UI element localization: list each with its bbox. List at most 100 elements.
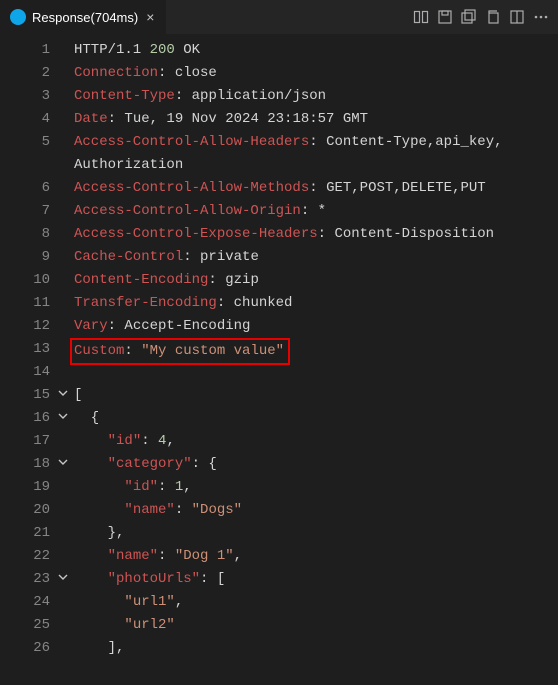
fold-down-icon[interactable] <box>56 408 70 431</box>
token: { <box>74 410 99 426</box>
close-icon[interactable]: × <box>144 9 156 25</box>
token: : <box>175 502 192 518</box>
code-line[interactable]: "photoUrls": [ <box>74 568 558 591</box>
line-number: 1 <box>0 39 50 62</box>
line-number: 19 <box>0 476 50 499</box>
fold-cell <box>56 154 74 177</box>
code-line[interactable]: Content-Encoding: gzip <box>74 269 558 292</box>
token: "url2" <box>124 617 174 633</box>
fold-down-icon[interactable] <box>56 569 70 592</box>
token: application/json <box>192 88 326 104</box>
line-number: 21 <box>0 522 50 545</box>
fold-cell[interactable] <box>56 568 74 591</box>
code-line[interactable]: "url2" <box>74 614 558 637</box>
fold-cell <box>56 246 74 269</box>
fold-cell[interactable] <box>56 384 74 407</box>
fold-cell[interactable] <box>56 453 74 476</box>
code-line[interactable]: Access-Control-Expose-Headers: Content-D… <box>74 223 558 246</box>
code-line[interactable]: Connection: close <box>74 62 558 85</box>
code-line[interactable]: "id": 4, <box>74 430 558 453</box>
code-line[interactable]: }, <box>74 522 558 545</box>
fold-cell <box>56 614 74 637</box>
fold-cell <box>56 292 74 315</box>
copy-icon[interactable] <box>484 8 502 26</box>
save-icon[interactable] <box>436 8 454 26</box>
code-line[interactable]: Access-Control-Allow-Methods: GET,POST,D… <box>74 177 558 200</box>
compare-icon[interactable] <box>412 8 430 26</box>
line-number: 3 <box>0 85 50 108</box>
token: 200 <box>150 42 175 58</box>
token: : <box>217 295 234 311</box>
code-line[interactable]: Access-Control-Allow-Headers: Content-Ty… <box>74 131 558 154</box>
code-editor[interactable]: 1234567891011121314151617181920212223242… <box>0 35 558 660</box>
fold-cell <box>56 522 74 545</box>
token: chunked <box>234 295 293 311</box>
token: Tue, 19 Nov 2024 23:18:57 GMT <box>124 111 368 127</box>
token: Content-Disposition <box>334 226 494 242</box>
token: Cache-Control <box>74 249 183 265</box>
token: * <box>318 203 326 219</box>
token: close <box>175 65 217 81</box>
token: : <box>309 180 326 196</box>
fold-cell <box>56 591 74 614</box>
token: : <box>108 111 125 127</box>
split-icon[interactable] <box>508 8 526 26</box>
token: : <box>124 343 141 359</box>
more-icon[interactable] <box>532 8 550 26</box>
code-line[interactable]: ], <box>74 637 558 660</box>
token: "name" <box>124 502 174 518</box>
fold-cell[interactable] <box>56 407 74 430</box>
line-number: 12 <box>0 315 50 338</box>
line-number: 7 <box>0 200 50 223</box>
code-line[interactable]: [ <box>74 384 558 407</box>
token: "url1" <box>124 594 174 610</box>
code-line[interactable]: Date: Tue, 19 Nov 2024 23:18:57 GMT <box>74 108 558 131</box>
line-number: 20 <box>0 499 50 522</box>
code-line[interactable]: "name": "Dog 1", <box>74 545 558 568</box>
token: : <box>158 479 175 495</box>
line-number: 10 <box>0 269 50 292</box>
token: : <box>318 226 335 242</box>
line-number: 2 <box>0 62 50 85</box>
fold-cell <box>56 108 74 131</box>
token: "category" <box>108 456 192 472</box>
fold-cell <box>56 85 74 108</box>
code-line[interactable]: HTTP/1.1 200 OK <box>74 39 558 62</box>
token <box>74 433 108 449</box>
token: Connection <box>74 65 158 81</box>
code-line[interactable]: Content-Type: application/json <box>74 85 558 108</box>
token: , <box>175 594 183 610</box>
fold-down-icon[interactable] <box>56 385 70 408</box>
code-line[interactable]: Vary: Accept-Encoding <box>74 315 558 338</box>
code-line[interactable]: "url1", <box>74 591 558 614</box>
fold-down-icon[interactable] <box>56 454 70 477</box>
fold-cell <box>56 637 74 660</box>
http-icon <box>10 9 26 25</box>
code-line[interactable]: "category": { <box>74 453 558 476</box>
token: Custom <box>74 343 124 359</box>
code-line[interactable]: Transfer-Encoding: chunked <box>74 292 558 315</box>
token: ], <box>74 640 124 656</box>
token: : <box>301 203 318 219</box>
code-content[interactable]: HTTP/1.1 200 OKConnection: closeContent-… <box>74 39 558 660</box>
save-all-icon[interactable] <box>460 8 478 26</box>
code-line[interactable]: Access-Control-Allow-Origin: * <box>74 200 558 223</box>
token: "Dog 1" <box>175 548 234 564</box>
token: [ <box>74 387 82 403</box>
code-line[interactable]: "id": 1, <box>74 476 558 499</box>
code-line[interactable]: Custom: "My custom value" <box>74 338 558 361</box>
code-line[interactable]: Cache-Control: private <box>74 246 558 269</box>
code-line[interactable]: "name": "Dogs" <box>74 499 558 522</box>
active-tab[interactable]: Response(704ms) × <box>0 0 166 35</box>
code-line[interactable]: { <box>74 407 558 430</box>
token: : <box>158 548 175 564</box>
token: : { <box>192 456 217 472</box>
line-number: 16 <box>0 407 50 430</box>
fold-cell <box>56 269 74 292</box>
code-line[interactable]: Authorization <box>74 154 558 177</box>
line-number: 13 <box>0 338 50 361</box>
token <box>74 617 124 633</box>
token: , <box>234 548 242 564</box>
line-number <box>0 154 50 177</box>
line-number: 18 <box>0 453 50 476</box>
